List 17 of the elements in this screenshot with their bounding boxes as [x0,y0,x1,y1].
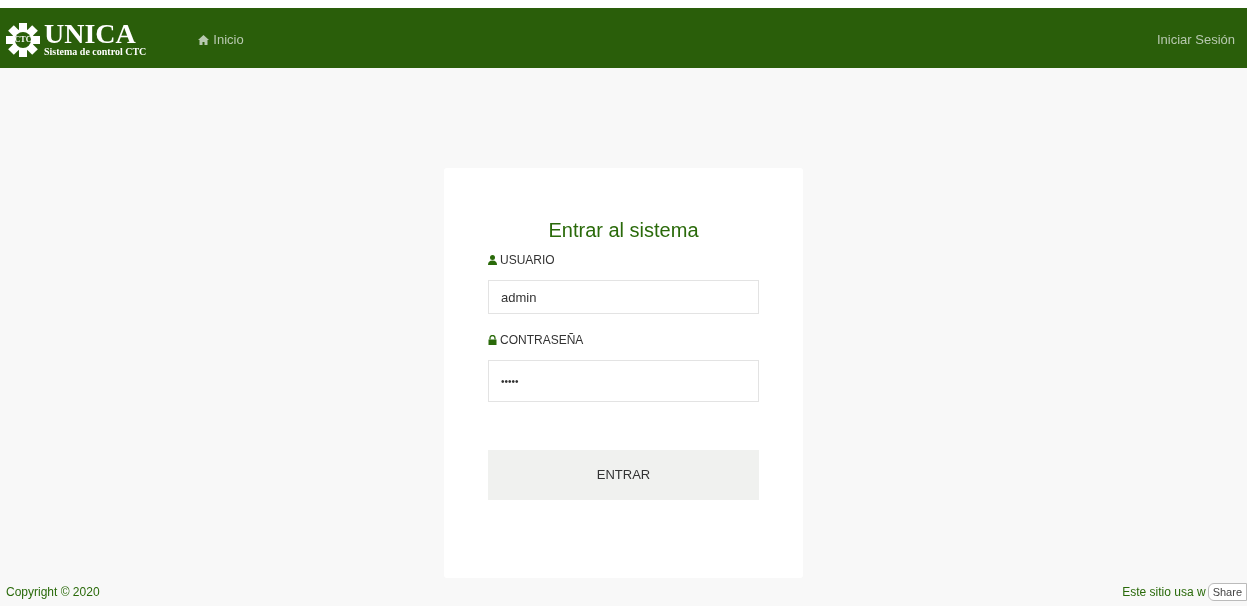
username-field[interactable]: admin [488,280,759,314]
brand-subtitle: Sistema de control CTC [44,46,147,58]
login-link[interactable]: Iniciar Sesión [1156,30,1235,50]
user-icon [488,255,497,265]
share-tab[interactable]: Share [1207,583,1247,601]
site-notice-text: Este sitio usa w [1122,584,1206,601]
lock-icon [488,335,497,345]
home-link[interactable]: Inicio [198,30,244,50]
copyright-text: Copyright © 2020 [6,584,100,601]
brand-title: UNICA [44,22,136,46]
submit-button[interactable]: ENTRAR [488,450,759,500]
field-label: USUARIO [500,252,555,269]
field-label: CONTRASEÑA [500,332,584,349]
login-title: Entrar al sistema [547,218,700,242]
home-icon [198,34,210,45]
logo-badge-text: CTC [14,36,32,44]
password-field[interactable]: ••••• [488,360,759,402]
